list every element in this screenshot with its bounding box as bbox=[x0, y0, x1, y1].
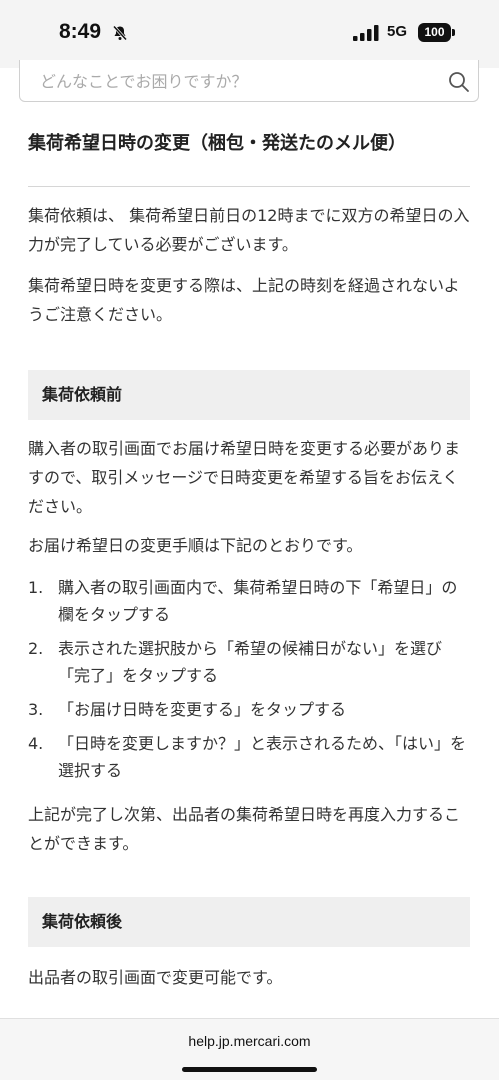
intro-paragraph-2: 集荷希望日時を変更する際は、上記の時刻を経過されないようご注意ください。 bbox=[28, 276, 460, 324]
list-item: 1. 購入者の取引画面内で、集荷希望日時の下「希望日」の欄をタップする bbox=[28, 574, 470, 628]
after-paragraph-1: 出品者の取引画面で変更可能です。 bbox=[28, 968, 283, 987]
list-item: 2. 表示された選択肢から「希望の候補日がない」を選び「完了」をタップする bbox=[28, 635, 470, 689]
step-text: 「お届け日時を変更する」をタップする bbox=[58, 700, 347, 719]
step-number: 2. bbox=[28, 639, 44, 658]
title-divider bbox=[28, 186, 470, 187]
silent-bell-icon bbox=[112, 25, 128, 41]
search-input[interactable] bbox=[40, 69, 420, 93]
signal-icon bbox=[353, 25, 379, 41]
section-heading-before: 集荷依頼前 bbox=[28, 370, 470, 420]
battery-tip bbox=[452, 29, 455, 36]
network-type: 5G bbox=[387, 23, 408, 40]
url-text[interactable]: help.jp.mercari.com bbox=[0, 1033, 499, 1049]
step-number: 1. bbox=[28, 578, 44, 597]
step-text: 「日時を変更しますか？」と表示されるため、「はい」を選択する bbox=[58, 734, 467, 780]
step-text: 購入者の取引画面内で、集荷希望日時の下「希望日」の欄をタップする bbox=[58, 578, 458, 624]
intro-paragraph-1: 集荷依頼は、 集荷希望日前日の12時までに双方の希望日の入力が完了している必要が… bbox=[28, 206, 470, 254]
page-title: 集荷希望日時の変更（梱包・発送たのメル便） bbox=[28, 133, 406, 154]
before-paragraph-2: お届け希望日の変更手順は下記のとおりです。 bbox=[28, 536, 363, 555]
steps-list: 1. 購入者の取引画面内で、集荷希望日時の下「希望日」の欄をタップする 2. 表… bbox=[28, 574, 470, 791]
list-item: 4. 「日時を変更しますか？」と表示されるため、「はい」を選択する bbox=[28, 730, 470, 784]
step-number: 3. bbox=[28, 700, 44, 719]
before-paragraph-3: 上記が完了し次第、出品者の集荷希望日時を再度入力することができます。 bbox=[28, 805, 461, 853]
section-heading-after: 集荷依頼後 bbox=[28, 897, 470, 947]
step-text: 表示された選択肢から「希望の候補日がない」を選び「完了」をタップする bbox=[58, 639, 443, 685]
list-item: 3. 「お届け日時を変更する」をタップする bbox=[28, 696, 470, 723]
status-time: 8:49 bbox=[59, 20, 102, 43]
search-box[interactable] bbox=[19, 60, 479, 102]
home-indicator[interactable] bbox=[182, 1067, 317, 1072]
before-paragraph-1: 購入者の取引画面でお届け希望日時を変更する必要がありますので、取引メッセージで日… bbox=[28, 439, 461, 516]
battery-icon: 100 bbox=[418, 23, 451, 42]
step-number: 4. bbox=[28, 734, 44, 753]
status-bar: 8:49 5G 100 bbox=[0, 0, 499, 68]
search-icon[interactable] bbox=[448, 71, 470, 93]
